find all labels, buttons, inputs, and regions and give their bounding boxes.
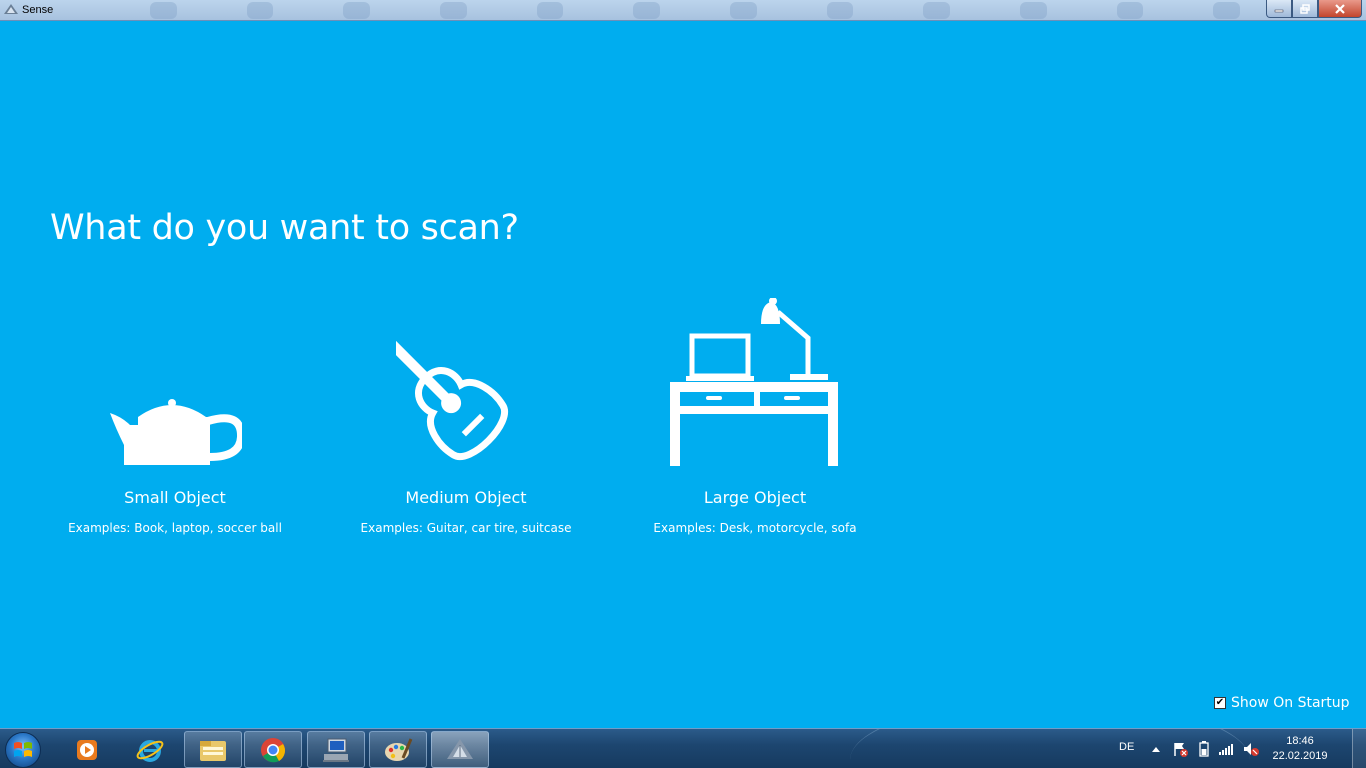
- sense-app-icon: [3, 2, 19, 18]
- option-examples: Examples: Book, laptop, soccer ball: [68, 521, 282, 535]
- small-object-option[interactable]: Small Object Examples: Book, laptop, soc…: [35, 295, 315, 545]
- large-object-option[interactable]: Large Object Examples: Desk, motorcycle,…: [615, 295, 895, 545]
- window-titlebar: Sense: [0, 0, 1366, 21]
- clock-date: 22.02.2019: [1272, 750, 1328, 762]
- chrome-icon: [261, 737, 285, 762]
- startup-label: Show On Startup: [1231, 695, 1350, 711]
- option-examples: Examples: Guitar, car tire, suitcase: [360, 521, 572, 535]
- flag-alert-icon: [1174, 743, 1188, 757]
- taskbar-windows-media-player[interactable]: [58, 731, 116, 768]
- close-button[interactable]: [1318, 0, 1362, 18]
- windows-media-player-icon: [77, 739, 97, 760]
- minimize-button[interactable]: [1266, 0, 1292, 18]
- chevron-up-icon: [1152, 747, 1160, 752]
- window-title: Sense: [22, 4, 54, 16]
- internet-explorer-icon: [136, 739, 164, 762]
- page-title: What do you want to scan?: [50, 208, 519, 248]
- file-explorer-icon: [200, 740, 226, 761]
- minimize-icon: [1274, 9, 1284, 12]
- guitar-icon: [396, 331, 508, 460]
- background-taskbar-blur: [150, 2, 1241, 19]
- show-desktop-button[interactable]: [1352, 729, 1366, 768]
- desk-icon: [670, 298, 838, 466]
- paint-icon: [385, 737, 413, 761]
- show-hidden-icons-button[interactable]: [1148, 741, 1164, 757]
- teapot-icon: [110, 399, 242, 465]
- window-controls: [1266, 0, 1362, 18]
- volume-muted-icon: [1244, 743, 1259, 756]
- network-computer-icon: [323, 738, 349, 762]
- option-title: Medium Object: [405, 488, 527, 507]
- close-icon: [1335, 3, 1345, 14]
- language-indicator[interactable]: DE: [1119, 741, 1134, 753]
- option-title: Small Object: [124, 488, 226, 507]
- medium-object-option[interactable]: Medium Object Examples: Guitar, car tire…: [326, 295, 606, 545]
- signal-bars-icon: [1219, 744, 1233, 755]
- restore-icon: [1300, 3, 1310, 14]
- tray-network[interactable]: [1218, 741, 1234, 757]
- battery-icon: [1199, 741, 1209, 757]
- taskbar-sense[interactable]: [431, 731, 489, 768]
- option-examples: Examples: Desk, motorcycle, sofa: [653, 521, 857, 535]
- tray-action-center[interactable]: [1172, 741, 1188, 757]
- taskbar-internet-explorer[interactable]: [121, 731, 179, 768]
- taskbar-file-explorer[interactable]: [184, 731, 242, 768]
- clock-time: 18:46: [1286, 735, 1314, 747]
- startup-checkbox[interactable]: ✔: [1214, 697, 1226, 709]
- option-title: Large Object: [703, 488, 807, 507]
- windows-logo-icon: [14, 742, 32, 757]
- restore-button[interactable]: [1292, 0, 1318, 18]
- taskbar-paint[interactable]: [369, 731, 427, 768]
- start-button[interactable]: [5, 732, 41, 768]
- tray-volume[interactable]: [1243, 741, 1259, 757]
- system-clock[interactable]: 18:46 22.02.2019: [1268, 734, 1332, 764]
- taskbar: DE 18:46 22.02.2019: [0, 728, 1366, 768]
- taskbar-network-computer[interactable]: [307, 731, 365, 768]
- show-on-startup-toggle[interactable]: ✔ Show On Startup: [1214, 695, 1350, 711]
- tray-battery[interactable]: [1196, 741, 1212, 757]
- sense-icon: [447, 738, 473, 759]
- taskbar-chrome[interactable]: [244, 731, 302, 768]
